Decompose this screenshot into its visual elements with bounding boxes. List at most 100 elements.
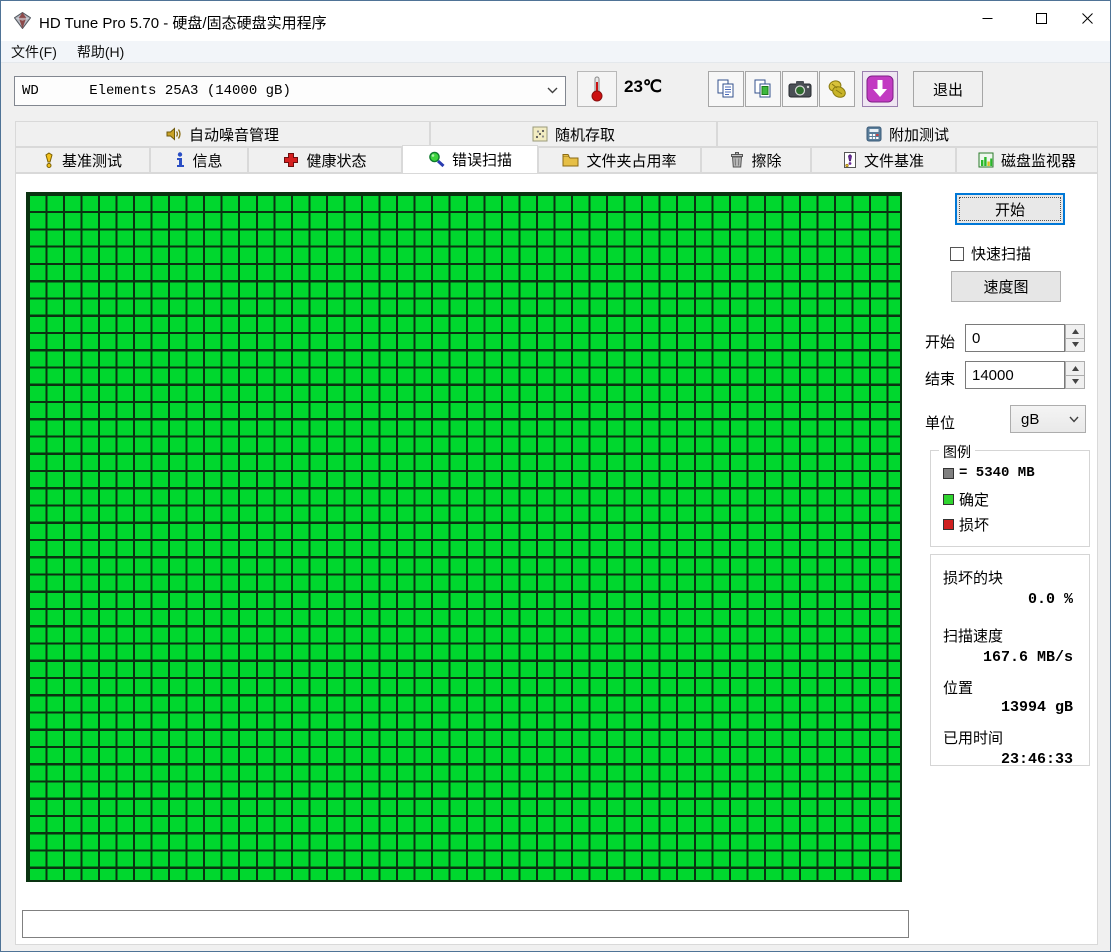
quick-scan-row: 快速扫描 [950, 243, 1031, 264]
health-cross-icon [283, 152, 299, 168]
drive-selector-value: WD Elements 25A3 (14000 gB) [22, 83, 291, 99]
legend-bad-row: 损坏 [943, 514, 989, 535]
spin-down-button[interactable] [1065, 338, 1085, 352]
tab-random-access[interactable]: 随机存取 [430, 121, 717, 147]
block-swatch-icon [943, 467, 954, 479]
position-value: 13994 gB [1000, 699, 1073, 716]
maximize-button[interactable] [1018, 1, 1064, 35]
temperature-value: 23℃ [624, 77, 663, 96]
tab-extra-tests[interactable]: 附加测试 [717, 121, 1098, 147]
magnifier-icon [428, 151, 445, 168]
range-start-spinner [1065, 324, 1085, 352]
minimize-button[interactable] [964, 1, 1010, 35]
tab-error-scan-label: 错误扫描 [451, 152, 512, 169]
exit-button[interactable]: 退出 [913, 71, 983, 107]
copy-screenshot-icon [754, 79, 771, 98]
tab-aam[interactable]: 自动噪音管理 [15, 121, 430, 147]
tab-file-benchmark-label: 文件基准 [863, 152, 924, 170]
status-bar [22, 910, 909, 938]
update-download-icon [866, 75, 894, 103]
calculator-icon [866, 126, 882, 142]
title-bar: HD Tune Pro 5.70 - 硬盘/固态硬盘实用程序 [1, 1, 1110, 41]
tab-benchmark[interactable]: 基准测试 [15, 147, 150, 173]
camera-icon [788, 81, 812, 98]
start-scan-button[interactable]: 开始 [955, 193, 1065, 225]
tab-health-label: 健康状态 [306, 152, 367, 170]
donate-icon [828, 80, 846, 98]
trash-icon [730, 152, 744, 168]
benchmark-icon [43, 152, 55, 168]
app-window: HD Tune Pro 5.70 - 硬盘/固态硬盘实用程序 文件(F) 帮助(… [0, 0, 1111, 952]
tab-benchmark-label: 基准测试 [61, 152, 122, 170]
maximize-icon [1035, 12, 1047, 24]
app-icon [14, 12, 31, 29]
scan-stats-box: 损坏的块 0.0 % 扫描速度 167.6 MB/s 位置 13994 gB 已… [930, 554, 1090, 768]
camera-button[interactable] [782, 71, 818, 107]
bar-chart-icon [978, 152, 994, 168]
legend-block-size: = 5340 MB [959, 465, 1035, 481]
folder-icon [562, 153, 579, 167]
ok-swatch-icon [943, 494, 954, 505]
tab-info[interactable]: 信息 [150, 147, 248, 173]
tab-disk-monitor[interactable]: 磁盘监视器 [956, 147, 1098, 173]
quick-scan-label: 快速扫描 [971, 246, 1032, 263]
scan-block-grid [26, 192, 902, 882]
legend-ok-row: 确定 [943, 489, 989, 510]
tab-extra-tests-label: 附加测试 [888, 126, 949, 144]
menu-help[interactable]: 帮助(H) [67, 41, 134, 62]
chevron-down-icon [1069, 416, 1079, 423]
chevron-down-icon [547, 87, 558, 94]
legend-ok-label: 确定 [959, 492, 990, 509]
tab-error-scan[interactable]: 错误扫描 [402, 145, 538, 173]
menu-bar: 文件(F) 帮助(H) [1, 41, 1110, 63]
drive-selector[interactable]: WD Elements 25A3 (14000 gB) [14, 76, 566, 106]
donate-button[interactable] [819, 71, 855, 107]
close-button[interactable] [1064, 1, 1110, 35]
legend-block-size-row: = 5340 MB [943, 465, 1035, 481]
legend-bad-label: 损坏 [959, 517, 990, 534]
info-icon [175, 152, 185, 168]
copy-text-button[interactable] [708, 71, 744, 107]
unit-selector[interactable]: gB [1010, 405, 1086, 433]
temperature-button[interactable] [577, 71, 617, 107]
thermometer-icon [591, 76, 603, 102]
scatter-icon [532, 126, 548, 142]
scan-speed-label: 扫描速度 [943, 628, 1004, 645]
range-start-input[interactable]: 0 [965, 324, 1065, 352]
speed-map-button[interactable]: 速度图 [951, 271, 1061, 302]
bad-swatch-icon [943, 519, 954, 530]
range-end-label: 结束 [925, 371, 956, 388]
unit-selector-value: gB [1021, 410, 1040, 428]
spin-up-button[interactable] [1065, 361, 1085, 376]
tab-random-access-label: 随机存取 [554, 126, 615, 144]
tab-erase[interactable]: 擦除 [701, 147, 811, 173]
bad-blocks-value: 0.0 % [1027, 591, 1073, 608]
tab-file-benchmark[interactable]: 文件基准 [811, 147, 956, 173]
speaker-icon [166, 126, 182, 142]
elapsed-time-value: 23:46:33 [1000, 751, 1073, 768]
range-end-spinner [1065, 361, 1085, 389]
tab-folder-usage[interactable]: 文件夹占用率 [538, 147, 701, 173]
copy-text-icon [717, 79, 734, 98]
file-benchmark-icon [843, 152, 857, 168]
position-label: 位置 [943, 680, 974, 697]
close-icon [1081, 12, 1093, 24]
tab-health[interactable]: 健康状态 [248, 147, 402, 173]
unit-label: 单位 [925, 415, 956, 432]
range-end-input[interactable]: 14000 [965, 361, 1065, 389]
tab-erase-label: 擦除 [751, 152, 782, 170]
legend-box: 图例 = 5340 MB 确定 损坏 [930, 442, 1090, 547]
update-button[interactable] [862, 71, 898, 107]
range-start-label: 开始 [925, 334, 956, 351]
copy-screenshot-button[interactable] [745, 71, 781, 107]
quick-scan-checkbox[interactable] [950, 246, 964, 261]
toolbar: WD Elements 25A3 (14000 gB) 23℃ 退出 [1, 63, 1110, 116]
legend-title: 图例 [939, 442, 975, 462]
scan-speed-value: 167.6 MB/s [982, 649, 1073, 666]
spin-down-button[interactable] [1065, 375, 1085, 389]
menu-file[interactable]: 文件(F) [1, 41, 67, 62]
bad-blocks-label: 损坏的块 [943, 570, 1004, 587]
tab-folder-usage-label: 文件夹占用率 [586, 152, 677, 170]
spin-up-button[interactable] [1065, 324, 1085, 339]
elapsed-time-label: 已用时间 [943, 730, 1004, 747]
